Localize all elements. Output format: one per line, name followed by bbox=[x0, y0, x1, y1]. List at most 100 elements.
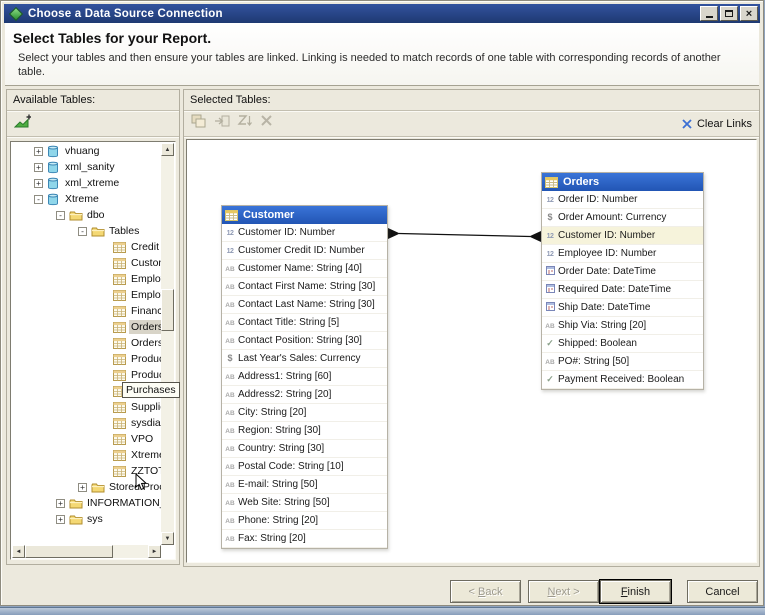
field-row-ship-date[interactable]: Ship Date: DateTime bbox=[542, 299, 703, 317]
plus-expand-icon[interactable]: + bbox=[56, 515, 65, 524]
scroll-left-icon[interactable]: ◄ bbox=[12, 545, 25, 558]
tree-item-tables[interactable]: -Tables bbox=[12, 223, 161, 239]
field-row-contact-first-name[interactable]: ABContact First Name: String [30] bbox=[222, 278, 387, 296]
clear-links-button[interactable]: Clear Links bbox=[682, 118, 752, 130]
tree-expand-toggle[interactable]: - bbox=[34, 195, 47, 204]
table-box-orders[interactable]: Orders12Order ID: Number$Order Amount: C… bbox=[541, 172, 704, 390]
tree-item-orders-d[interactable]: Orders D bbox=[12, 335, 161, 351]
delete-link-icon[interactable] bbox=[260, 114, 274, 133]
field-row-po-[interactable]: ABPO#: String [50] bbox=[542, 353, 703, 371]
field-row-payment-received[interactable]: ✓Payment Received: Boolean bbox=[542, 371, 703, 389]
tree-expand-toggle[interactable]: + bbox=[34, 179, 47, 188]
auto-link-icon[interactable] bbox=[214, 114, 230, 133]
field-row-web-site[interactable]: ABWeb Site: String [50] bbox=[222, 494, 387, 512]
minimize-button[interactable] bbox=[700, 6, 718, 21]
maximize-button[interactable] bbox=[720, 6, 738, 21]
table-icon bbox=[113, 450, 129, 461]
tree-item-information[interactable]: +INFORMATION_ bbox=[12, 495, 161, 511]
field-row-customer-id[interactable]: 12Customer ID: Number bbox=[542, 227, 703, 245]
field-row-phone[interactable]: ABPhone: String [20] bbox=[222, 512, 387, 530]
tree-item-employe[interactable]: Employe bbox=[12, 287, 161, 303]
close-button[interactable]: × bbox=[740, 6, 758, 21]
tree-item-financia[interactable]: Financia bbox=[12, 303, 161, 319]
tree-expand-toggle[interactable]: + bbox=[56, 515, 69, 524]
tree-expand-toggle[interactable]: + bbox=[34, 163, 47, 172]
table-grid-icon bbox=[545, 177, 558, 188]
tree-item-custome[interactable]: Custome bbox=[12, 255, 161, 271]
field-row-address2[interactable]: ABAddress2: String [20] bbox=[222, 386, 387, 404]
scroll-down-icon[interactable]: ▼ bbox=[161, 532, 174, 545]
field-row-customer-id[interactable]: 12Customer ID: Number bbox=[222, 224, 387, 242]
tree-expand-toggle[interactable]: + bbox=[56, 499, 69, 508]
plus-expand-icon[interactable]: + bbox=[34, 147, 43, 156]
tree-item-supplier[interactable]: Supplier bbox=[12, 399, 161, 415]
tree-item-vpo[interactable]: VPO bbox=[12, 431, 161, 447]
field-row-address1[interactable]: ABAddress1: String [60] bbox=[222, 368, 387, 386]
folder-icon bbox=[91, 482, 107, 493]
string-type-icon: AB bbox=[222, 263, 238, 274]
add-table-icon[interactable] bbox=[191, 114, 207, 133]
table-header-customer[interactable]: Customer bbox=[222, 206, 387, 224]
table-icon bbox=[113, 418, 129, 429]
minus-collapse-icon[interactable]: - bbox=[34, 195, 43, 204]
field-row-order-date[interactable]: Order Date: DateTime bbox=[542, 263, 703, 281]
tree-item-product[interactable]: Product bbox=[12, 351, 161, 367]
tree-item-xml-sanity[interactable]: +xml_sanity bbox=[12, 159, 161, 175]
tree-item-credit[interactable]: Credit bbox=[12, 239, 161, 255]
plus-expand-icon[interactable]: + bbox=[56, 499, 65, 508]
tree-item-vhuang[interactable]: +vhuang bbox=[12, 143, 161, 159]
tree-expand-toggle[interactable]: + bbox=[78, 483, 91, 492]
field-row-e-mail[interactable]: ABE-mail: String [50] bbox=[222, 476, 387, 494]
field-row-shipped[interactable]: ✓Shipped: Boolean bbox=[542, 335, 703, 353]
tree-item-sys[interactable]: +sys bbox=[12, 511, 161, 527]
cancel-button[interactable]: Cancel bbox=[687, 580, 758, 603]
field-row-contact-last-name[interactable]: ABContact Last Name: String [30] bbox=[222, 296, 387, 314]
field-row-contact-position[interactable]: ABContact Position: String [30] bbox=[222, 332, 387, 350]
plus-expand-icon[interactable]: + bbox=[78, 483, 87, 492]
field-row-customer-credit-id[interactable]: 12Customer Credit ID: Number bbox=[222, 242, 387, 260]
field-row-order-id[interactable]: 12Order ID: Number bbox=[542, 191, 703, 209]
table-header-orders[interactable]: Orders bbox=[542, 173, 703, 191]
tree-item-xtreme[interactable]: -Xtreme bbox=[12, 191, 161, 207]
tree-expand-toggle[interactable]: - bbox=[56, 211, 69, 220]
tree-item-sysdiagr[interactable]: sysdiagr bbox=[12, 415, 161, 431]
field-row-order-amount[interactable]: $Order Amount: Currency bbox=[542, 209, 703, 227]
field-row-ship-via[interactable]: ABShip Via: String [20] bbox=[542, 317, 703, 335]
titlebar[interactable]: Choose a Data Source Connection × bbox=[4, 4, 760, 23]
tree-item-orders[interactable]: Orders bbox=[12, 319, 161, 335]
table-box-customer[interactable]: Customer12Customer ID: Number12Customer … bbox=[221, 205, 388, 549]
scroll-up-icon[interactable]: ▲ bbox=[161, 143, 174, 156]
wizard-header: Select Tables for your Report. Select yo… bbox=[5, 23, 759, 86]
field-row-city[interactable]: ABCity: String [20] bbox=[222, 404, 387, 422]
field-label: PO#: String [50] bbox=[558, 356, 629, 367]
tree-horizontal-scrollbar[interactable]: ◄ ► bbox=[12, 545, 161, 558]
field-row-fax[interactable]: ABFax: String [20] bbox=[222, 530, 387, 548]
plus-expand-icon[interactable]: + bbox=[34, 179, 43, 188]
minus-collapse-icon[interactable]: - bbox=[56, 211, 65, 220]
tree-item-product[interactable]: Product bbox=[12, 367, 161, 383]
minus-collapse-icon[interactable]: - bbox=[78, 227, 87, 236]
tree-expand-toggle[interactable]: - bbox=[78, 227, 91, 236]
link-canvas[interactable]: Customer12Customer ID: Number12Customer … bbox=[186, 139, 757, 563]
order-links-icon[interactable] bbox=[237, 114, 253, 133]
field-row-country[interactable]: ABCountry: String [30] bbox=[222, 440, 387, 458]
tree-item-xtreme-i[interactable]: Xtreme I bbox=[12, 447, 161, 463]
scroll-right-icon[interactable]: ► bbox=[148, 545, 161, 558]
field-row-employee-id[interactable]: 12Employee ID: Number bbox=[542, 245, 703, 263]
tree-expand-toggle[interactable]: + bbox=[34, 147, 47, 156]
finish-button[interactable]: Finish bbox=[600, 580, 671, 603]
plus-expand-icon[interactable]: + bbox=[34, 163, 43, 172]
add-connection-icon[interactable] bbox=[14, 114, 31, 134]
field-row-required-date[interactable]: Required Date: DateTime bbox=[542, 281, 703, 299]
tree-item-xml-xtreme[interactable]: +xml_xtreme bbox=[12, 175, 161, 191]
field-row-customer-name[interactable]: ABCustomer Name: String [40] bbox=[222, 260, 387, 278]
tree-item-dbo[interactable]: -dbo bbox=[12, 207, 161, 223]
tree-item-employe[interactable]: Employe bbox=[12, 271, 161, 287]
vertical-scroll-thumb[interactable] bbox=[161, 289, 174, 331]
field-row-contact-title[interactable]: ABContact Title: String [5] bbox=[222, 314, 387, 332]
field-row-last-year-s-sales[interactable]: $Last Year's Sales: Currency bbox=[222, 350, 387, 368]
field-row-postal-code[interactable]: ABPostal Code: String [10] bbox=[222, 458, 387, 476]
field-row-region[interactable]: ABRegion: String [30] bbox=[222, 422, 387, 440]
horizontal-scroll-thumb[interactable] bbox=[25, 545, 113, 558]
tree-vertical-scrollbar[interactable]: ▲ ▼ bbox=[161, 143, 174, 545]
